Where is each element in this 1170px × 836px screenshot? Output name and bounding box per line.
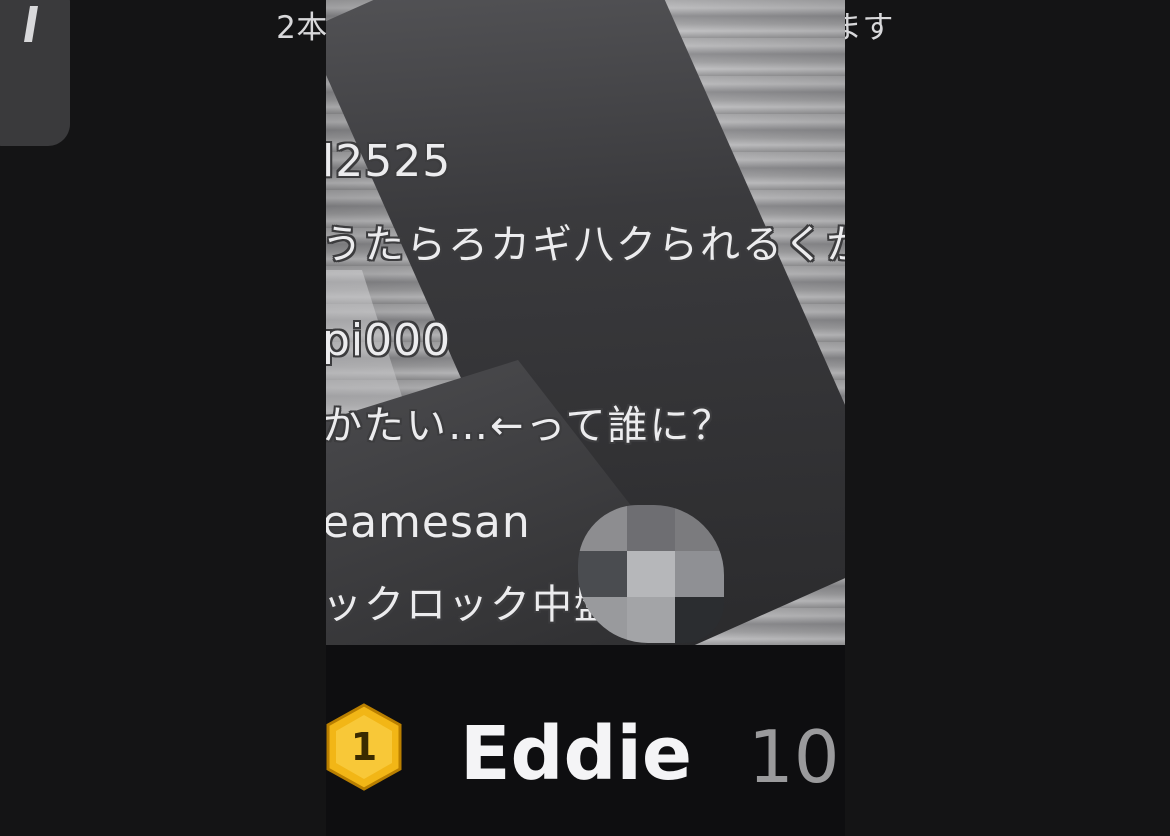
comment-message: ックロック中盤 xyxy=(326,582,616,628)
rank-number: 1 xyxy=(350,725,378,769)
blurred-mosaic xyxy=(578,505,724,643)
comment-message: かたい…←って誰に？ xyxy=(326,403,734,449)
comment-username: eamesan xyxy=(326,497,531,548)
comment-message: うたらろカギ八クられるくか xyxy=(326,222,845,268)
user-score: 10( xyxy=(748,715,845,799)
comment-username: l2525 xyxy=(326,136,452,187)
comment-username: pi000 xyxy=(326,315,452,366)
user-name: Eddie xyxy=(460,711,693,797)
leaderboard-row[interactable]: 1 Eddie 10( xyxy=(326,645,845,836)
video-player[interactable]: l2525 うたらろカギ八クられるくか pi000 かたい…←って誰に？ eam… xyxy=(326,0,845,645)
